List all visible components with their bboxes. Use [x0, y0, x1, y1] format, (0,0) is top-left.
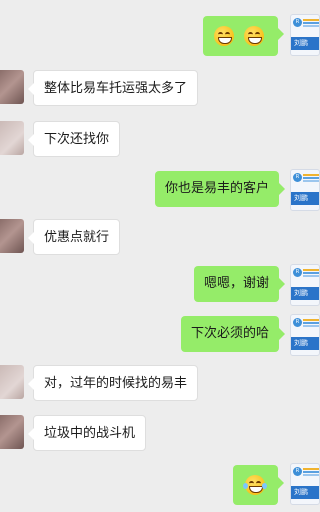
message-bubble-text[interactable]: 整体比易车托运强太多了	[27, 70, 199, 106]
badge-icon: R	[293, 318, 302, 327]
contact-avatar[interactable]	[0, 415, 24, 449]
message-bubble-emoji[interactable]	[203, 16, 284, 56]
message-bubble-text[interactable]: 下次还找你	[27, 121, 121, 157]
my-avatar[interactable]: R 刘鹏	[290, 264, 320, 306]
message-bubble-text[interactable]: 下次必须的哈	[180, 316, 286, 352]
my-avatar[interactable]: R 刘鹏	[290, 14, 320, 56]
message-bubble-text[interactable]: 嗯嗯，谢谢	[193, 266, 286, 302]
badge-icon: R	[293, 18, 302, 27]
message-bubble-emoji[interactable]	[233, 465, 284, 505]
contact-avatar[interactable]	[0, 70, 24, 104]
badge-icon: R	[293, 268, 302, 277]
contact-avatar[interactable]	[0, 365, 24, 399]
message-bubble-text[interactable]: 垃圾中的战斗机	[27, 415, 147, 451]
my-avatar[interactable]: R 刘鹏	[290, 463, 320, 505]
badge-icon: R	[293, 467, 302, 476]
avatar-badge-text: 刘鹏	[291, 337, 319, 350]
grinning-face-icon	[214, 25, 234, 46]
avatar-badge-text: 刘鹏	[291, 37, 319, 50]
avatar-badge-text: 刘鹏	[291, 486, 319, 499]
badge-icon: R	[293, 173, 302, 182]
contact-avatar[interactable]	[0, 219, 24, 253]
my-avatar[interactable]: R 刘鹏	[290, 314, 320, 356]
contact-avatar[interactable]	[0, 121, 24, 155]
message-bubble-text[interactable]: 优惠点就行	[27, 219, 121, 255]
message-bubble-text[interactable]: 你也是易丰的客户	[154, 171, 286, 207]
tears-of-joy-face-icon	[243, 474, 267, 495]
message-bubble-text[interactable]: 对，过年的时候找的易丰	[27, 365, 199, 401]
my-avatar[interactable]: R 刘鹏	[290, 169, 320, 211]
avatar-badge-text: 刘鹏	[291, 192, 319, 205]
avatar-badge-text: 刘鹏	[291, 287, 319, 300]
grinning-face-icon	[244, 25, 265, 46]
